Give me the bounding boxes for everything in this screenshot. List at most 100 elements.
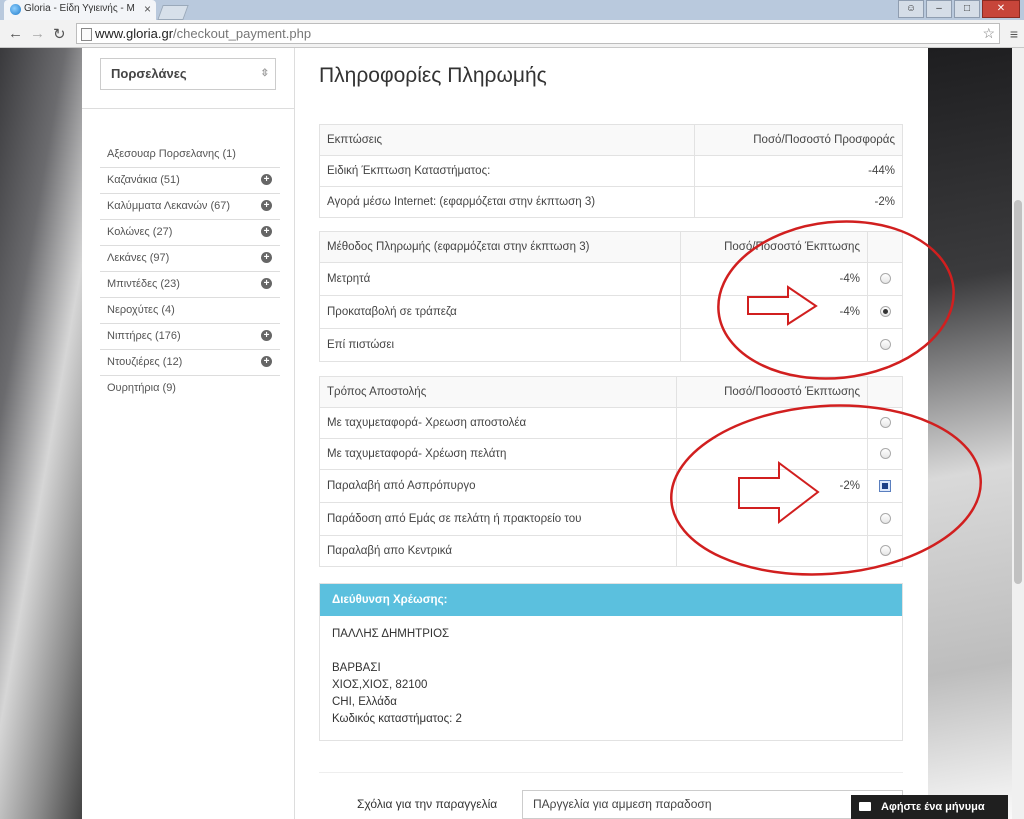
shipping-radio-selected[interactable]: [879, 479, 891, 492]
category-label[interactable]: Κολώνες (27): [107, 226, 172, 238]
category-item[interactable]: Νιπτήρες (176) +: [100, 324, 280, 350]
minimize-button[interactable]: –: [926, 0, 952, 18]
new-tab-button[interactable]: [157, 5, 189, 20]
category-select[interactable]: Πορσελάνες ⇳: [100, 58, 276, 90]
billing-address-body: ΠΑΛΛΗΣ ΔΗΜΗΤΡΙΟΣ ΒΑΡΒΑΣΙ ΧΙΟΣ,ΧΙΟΣ, 8210…: [320, 616, 902, 738]
shipping-option-row[interactable]: Παράδοση από Εμάς σε πελάτη ή πρακτορείο…: [319, 502, 903, 536]
payment-radio[interactable]: [879, 273, 891, 285]
table-row: Ειδική Έκπτωση Καταστήματος: -44%: [318, 155, 903, 187]
shipping-radio[interactable]: [879, 417, 891, 429]
billing-line: ΒΑΡΒΑΣΙ: [332, 662, 381, 674]
category-label[interactable]: Ουρητήρια (9): [107, 382, 176, 394]
expand-plus-icon[interactable]: +: [261, 356, 272, 367]
category-label[interactable]: Νεροχύτες (4): [107, 304, 175, 316]
category-label[interactable]: Καζανάκια (51): [107, 174, 180, 186]
category-item[interactable]: Καλύμματα Λεκανών (67) +: [100, 194, 280, 220]
reload-icon[interactable]: ↻: [53, 25, 66, 43]
payment-radio-selected[interactable]: [879, 306, 891, 318]
category-label[interactable]: Μπιντέδες (23): [107, 278, 180, 290]
billing-line: CHI, Ελλάδα: [332, 696, 397, 708]
shipping-header: Τρόπος Αποστολής: [319, 376, 677, 408]
payment-amount-header: Ποσό/Ποσοστό Έκπτωσης: [680, 231, 868, 263]
category-item[interactable]: Καζανάκια (51) +: [100, 168, 280, 194]
shipping-radio[interactable]: [879, 448, 891, 460]
category-label[interactable]: Νιπτήρες (176): [107, 330, 181, 342]
shipping-option-label[interactable]: Παραλαβή απο Κεντρικά: [319, 535, 677, 567]
close-window-button[interactable]: ✕: [982, 0, 1020, 18]
payment-radio[interactable]: [879, 339, 891, 351]
shipping-option-row[interactable]: Με ταχυμεταφορά- Χρέωση πελάτη: [319, 438, 903, 470]
category-label[interactable]: Ντουζιέρες (12): [107, 356, 182, 368]
scrollbar-thumb[interactable]: [1014, 200, 1022, 584]
user-icon[interactable]: ☺: [898, 0, 924, 18]
discounts-amount-header: Ποσό/Ποσοστό Προσφοράς: [694, 124, 903, 156]
category-select-value: Πορσελάνες: [111, 66, 187, 81]
shipping-method-table: Τρόπος Αποστολής Ποσό/Ποσοστό Έκπτωσης Μ…: [319, 376, 903, 567]
url-path: /checkout_payment.php: [173, 26, 312, 41]
discount-label: Ειδική Έκπτωση Καταστήματος:: [318, 155, 696, 187]
expand-plus-icon[interactable]: +: [261, 226, 272, 237]
shipping-option-label[interactable]: Με ταχυμεταφορά- Χρεωση αποστολέα: [319, 407, 677, 439]
order-notes-label: Σχόλια για την παραγγελία: [357, 797, 498, 811]
payment-option-row[interactable]: Προκαταβολή σε τράπεζα -4%: [319, 295, 903, 329]
sidebar-divider: [82, 108, 294, 109]
chat-label[interactable]: Αφήστε ένα μήνυμα: [881, 795, 985, 819]
shipping-option-value: [676, 535, 868, 567]
payment-option-label[interactable]: Επί πιστώσει: [319, 328, 681, 362]
tab-title: Gloria - Είδη Υγιεινής - Μ: [24, 3, 135, 14]
shipping-option-label[interactable]: Παράδοση από Εμάς σε πελάτη ή πρακτορείο…: [319, 502, 677, 536]
category-label[interactable]: Αξεσουαρ Πορσελανης (1): [107, 148, 236, 160]
billing-line: Κωδικός καταστήματος: 2: [332, 713, 462, 725]
url-domain: www.gloria.gr: [95, 26, 174, 41]
payment-option-value: -4%: [680, 295, 868, 329]
payment-option-label[interactable]: Μετρητά: [319, 262, 681, 296]
chat-widget-button[interactable]: Αφήστε ένα μήνυμα: [851, 795, 1008, 819]
shipping-option-row[interactable]: Παραλαβή απο Κεντρικά: [319, 535, 903, 567]
background-image-left: [0, 48, 82, 819]
expand-plus-icon[interactable]: +: [261, 252, 272, 263]
expand-plus-icon[interactable]: +: [261, 278, 272, 289]
category-item[interactable]: Μπιντέδες (23) +: [100, 272, 280, 298]
maximize-button[interactable]: □: [954, 0, 980, 18]
payment-header: Μέθοδος Πληρωμής (εφαρμόζεται στην έκπτω…: [319, 231, 681, 263]
billing-line: ΧΙΟΣ,ΧΙΟΣ, 82100: [332, 679, 428, 691]
payment-option-row[interactable]: Επί πιστώσει: [319, 328, 903, 362]
category-label[interactable]: Καλύμματα Λεκανών (67): [107, 200, 230, 212]
bookmark-star-icon[interactable]: ☆: [982, 24, 995, 43]
window-controls: ☺ – □ ✕: [898, 0, 1020, 18]
category-item[interactable]: Αξεσουαρ Πορσελανης (1): [100, 142, 280, 168]
shipping-radio[interactable]: [879, 545, 891, 557]
shipping-radio[interactable]: [879, 513, 891, 525]
sidebar: Πορσελάνες ⇳ Αξεσουαρ Πορσελανης (1) Καζ…: [82, 48, 295, 819]
shipping-option-value: [676, 407, 868, 439]
category-item[interactable]: Ντουζιέρες (12) +: [100, 350, 280, 376]
discount-value: -44%: [694, 155, 903, 187]
menu-icon[interactable]: ≡: [1010, 26, 1018, 42]
url-input[interactable]: www.gloria.gr/checkout_payment.php ☆: [76, 23, 1000, 44]
site-favicon-icon: [10, 4, 21, 15]
payment-option-row[interactable]: Μετρητά -4%: [319, 262, 903, 296]
expand-plus-icon[interactable]: +: [261, 174, 272, 185]
back-arrow-icon[interactable]: ←: [8, 25, 23, 42]
order-notes-input[interactable]: ΠΑργγελία για αμμεση παραδοση: [522, 790, 903, 819]
category-item[interactable]: Λεκάνες (97) +: [100, 246, 280, 272]
category-label[interactable]: Λεκάνες (97): [107, 252, 169, 264]
shipping-option-row[interactable]: Παραλαβή από Ασπρόπυργο -2%: [319, 469, 903, 503]
expand-plus-icon[interactable]: +: [261, 330, 272, 341]
section-divider: [319, 772, 903, 773]
payment-option-label[interactable]: Προκαταβολή σε τράπεζα: [319, 295, 681, 329]
category-item[interactable]: Ουρητήρια (9): [100, 376, 280, 401]
expand-plus-icon[interactable]: +: [261, 200, 272, 211]
shipping-option-label[interactable]: Παραλαβή από Ασπρόπυργο: [319, 469, 677, 503]
address-bar: ← → ↻ www.gloria.gr/checkout_payment.php…: [0, 20, 1024, 48]
category-item[interactable]: Κολώνες (27) +: [100, 220, 280, 246]
browser-tab[interactable]: Gloria - Είδη Υγιεινής - Μ ×: [4, 0, 156, 20]
payment-option-value: -4%: [680, 262, 868, 296]
forward-arrow-icon[interactable]: →: [30, 25, 45, 42]
shipping-option-row[interactable]: Με ταχυμεταφορά- Χρεωση αποστολέα: [319, 407, 903, 439]
shipping-option-label[interactable]: Με ταχυμεταφορά- Χρέωση πελάτη: [319, 438, 677, 470]
tab-close-icon[interactable]: ×: [144, 2, 151, 16]
payment-method-table: Μέθοδος Πληρωμής (εφαρμόζεται στην έκπτω…: [319, 231, 903, 362]
category-item[interactable]: Νεροχύτες (4): [100, 298, 280, 324]
page-scrollbar[interactable]: [1012, 48, 1024, 819]
